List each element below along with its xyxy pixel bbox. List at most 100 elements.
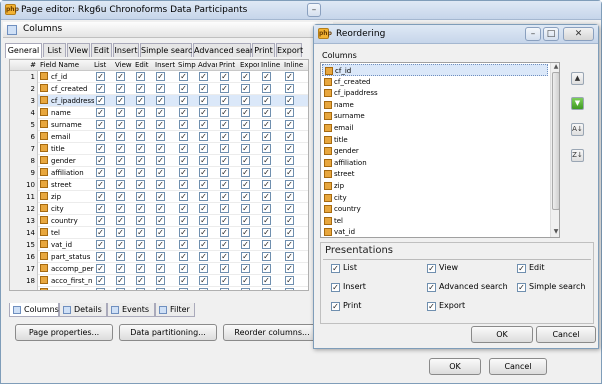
column-checkbox[interactable]: ✓ (199, 84, 208, 93)
checkbox[interactable]: ✓ (517, 283, 526, 292)
table-row[interactable]: 18 acco_first_n ✓ ✓ ✓ ✓ ✓ ✓ ✓ ✓ ✓ ✓ (10, 275, 308, 287)
list-item[interactable]: tel (322, 215, 548, 227)
column-checkbox[interactable]: ✓ (241, 204, 250, 213)
column-checkbox[interactable]: ✓ (220, 192, 229, 201)
column-checkbox[interactable]: ✓ (262, 240, 271, 249)
table-row[interactable]: 10 street ✓ ✓ ✓ ✓ ✓ ✓ ✓ ✓ ✓ ✓ (10, 179, 308, 191)
column-checkbox[interactable]: ✓ (136, 168, 145, 177)
column-checkbox[interactable]: ✓ (220, 252, 229, 261)
dialog-scroll-up-icon[interactable]: ▲ (552, 63, 559, 71)
grid-header-4[interactable]: Edit (135, 60, 153, 71)
column-checkbox[interactable]: ✓ (262, 84, 271, 93)
column-checkbox[interactable]: ✓ (262, 144, 271, 153)
table-row[interactable]: 8 gender ✓ ✓ ✓ ✓ ✓ ✓ ✓ ✓ ✓ ✓ (10, 155, 308, 167)
dialog-close-button[interactable]: ✕ (563, 27, 594, 41)
table-row[interactable]: 5 surname ✓ ✓ ✓ ✓ ✓ ✓ ✓ ✓ ✓ ✓ (10, 119, 308, 131)
presentation-list[interactable]: ✓ List (331, 263, 357, 273)
column-checkbox[interactable]: ✓ (116, 240, 125, 249)
column-checkbox[interactable]: ✓ (220, 240, 229, 249)
column-checkbox[interactable]: ✓ (136, 156, 145, 165)
column-checkbox[interactable]: ✓ (136, 192, 145, 201)
column-checkbox[interactable]: ✓ (241, 252, 250, 261)
column-checkbox[interactable]: ✓ (179, 96, 188, 105)
table-row[interactable]: 4 name ✓ ✓ ✓ ✓ ✓ ✓ ✓ ✓ ✓ ✓ (10, 107, 308, 119)
column-checkbox[interactable]: ✓ (241, 276, 250, 285)
column-checkbox[interactable]: ✓ (241, 72, 250, 81)
list-item[interactable]: city (322, 192, 548, 204)
column-checkbox[interactable]: ✓ (241, 168, 250, 177)
column-checkbox[interactable]: ✓ (199, 120, 208, 129)
column-checkbox[interactable]: ✓ (285, 252, 294, 261)
list-item[interactable]: affiliation (322, 157, 548, 169)
column-checkbox[interactable]: ✓ (156, 132, 165, 141)
list-item[interactable]: gender (322, 145, 548, 157)
column-checkbox[interactable]: ✓ (156, 168, 165, 177)
column-checkbox[interactable]: ✓ (116, 108, 125, 117)
column-checkbox[interactable]: ✓ (136, 72, 145, 81)
column-checkbox[interactable]: ✓ (96, 216, 105, 225)
table-row[interactable]: 17 accomp_per ✓ ✓ ✓ ✓ ✓ ✓ ✓ ✓ ✓ ✓ (10, 263, 308, 275)
presentation-simple-search[interactable]: ✓ Simple search (517, 282, 585, 292)
list-item[interactable]: cf_created (322, 76, 548, 88)
checkbox[interactable]: ✓ (427, 283, 436, 292)
table-row[interactable]: 16 part_status ✓ ✓ ✓ ✓ ✓ ✓ ✓ ✓ ✓ ✓ (10, 251, 308, 263)
column-checkbox[interactable]: ✓ (116, 288, 125, 290)
column-checkbox[interactable]: ✓ (156, 264, 165, 273)
column-checkbox[interactable]: ✓ (156, 156, 165, 165)
column-checkbox[interactable]: ✓ (179, 72, 188, 81)
column-checkbox[interactable]: ✓ (262, 156, 271, 165)
bottom-tab-details[interactable]: Details (59, 303, 107, 317)
column-checkbox[interactable]: ✓ (241, 96, 250, 105)
column-checkbox[interactable]: ✓ (285, 108, 294, 117)
column-checkbox[interactable]: ✓ (220, 216, 229, 225)
column-checkbox[interactable]: ✓ (220, 168, 229, 177)
column-checkbox[interactable]: ✓ (262, 204, 271, 213)
column-checkbox[interactable]: ✓ (285, 180, 294, 189)
grid-header-6[interactable]: Simpl (178, 60, 196, 71)
tab-advanced-search[interactable]: Advanced search (193, 43, 263, 57)
column-checkbox[interactable]: ✓ (285, 192, 294, 201)
checkbox[interactable]: ✓ (331, 302, 340, 311)
tab-edit[interactable]: Edit (91, 43, 112, 57)
column-checkbox[interactable]: ✓ (220, 288, 229, 290)
main-ok-button[interactable]: OK (429, 358, 481, 375)
column-checkbox[interactable]: ✓ (116, 180, 125, 189)
column-checkbox[interactable]: ✓ (136, 216, 145, 225)
column-checkbox[interactable]: ✓ (136, 180, 145, 189)
column-checkbox[interactable]: ✓ (241, 156, 250, 165)
column-checkbox[interactable]: ✓ (96, 228, 105, 237)
column-checkbox[interactable]: ✓ (156, 228, 165, 237)
column-checkbox[interactable]: ✓ (220, 276, 229, 285)
column-checkbox[interactable]: ✓ (262, 216, 271, 225)
column-checkbox[interactable]: ✓ (179, 144, 188, 153)
grid-header-11[interactable]: Inline (284, 60, 304, 71)
column-checkbox[interactable]: ✓ (199, 228, 208, 237)
grid-header-10[interactable]: Inline (261, 60, 282, 71)
grid-header-1[interactable]: Field Name (40, 60, 92, 71)
column-checkbox[interactable]: ✓ (96, 108, 105, 117)
list-item[interactable]: name (322, 99, 548, 111)
move-down-button[interactable]: ▼ (571, 97, 584, 110)
column-checkbox[interactable]: ✓ (156, 216, 165, 225)
column-checkbox[interactable]: ✓ (116, 156, 125, 165)
sort-ascending-button[interactable]: A↓ (571, 123, 584, 136)
bottom-tab-events[interactable]: Events (107, 303, 155, 317)
presentation-print[interactable]: ✓ Print (331, 301, 361, 311)
grid-header-5[interactable]: Insert (155, 60, 176, 71)
column-checkbox[interactable]: ✓ (262, 96, 271, 105)
column-checkbox[interactable]: ✓ (116, 228, 125, 237)
tab-export[interactable]: Export (276, 43, 303, 57)
column-checkbox[interactable]: ✓ (179, 288, 188, 290)
column-checkbox[interactable]: ✓ (156, 120, 165, 129)
column-checkbox[interactable]: ✓ (285, 240, 294, 249)
column-checkbox[interactable]: ✓ (179, 132, 188, 141)
minimize-button[interactable]: – (307, 3, 321, 17)
table-row[interactable]: 3 cf_ipaddress ✓ ✓ ✓ ✓ ✓ ✓ ✓ ✓ ✓ ✓ (10, 95, 308, 107)
column-checkbox[interactable]: ✓ (220, 84, 229, 93)
list-item[interactable]: zip (322, 180, 548, 192)
grid-header-9[interactable]: Expor (240, 60, 259, 71)
table-row[interactable]: 12 city ✓ ✓ ✓ ✓ ✓ ✓ ✓ ✓ ✓ ✓ (10, 203, 308, 215)
column-checkbox[interactable]: ✓ (96, 252, 105, 261)
column-checkbox[interactable]: ✓ (136, 132, 145, 141)
list-item[interactable]: street (322, 168, 548, 180)
